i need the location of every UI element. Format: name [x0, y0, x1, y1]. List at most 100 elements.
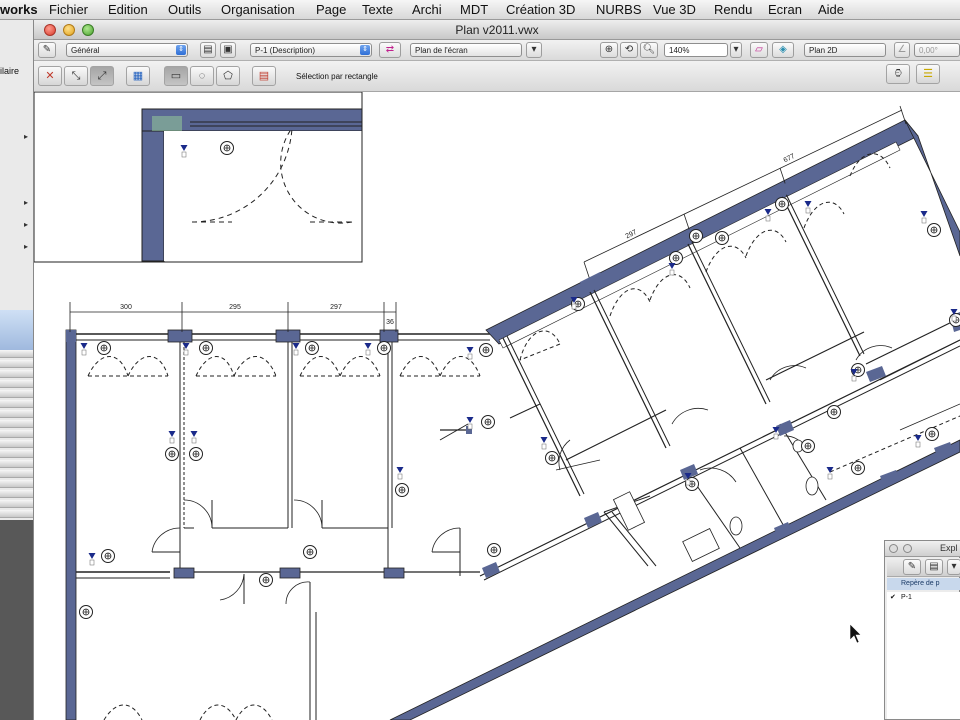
selection-icon[interactable]: ⤡ — [64, 66, 88, 86]
dimension-677: 677 — [783, 153, 797, 164]
background-row — [0, 400, 33, 408]
check-icon: ✔ — [890, 594, 896, 601]
detail-viewport — [34, 92, 363, 263]
more-icon[interactable]: ▾ — [947, 559, 960, 575]
menu-aide[interactable]: Aide — [818, 2, 844, 17]
polygon-icon[interactable]: ⬠ — [216, 66, 240, 86]
view-icon[interactable]: ⊕ — [600, 42, 618, 58]
layers-icon[interactable]: ▤ — [925, 559, 943, 575]
background-row — [0, 350, 33, 358]
dimension-300: 300 — [120, 304, 132, 311]
zoom-value: 140% — [669, 46, 690, 55]
rectangle-icon[interactable]: ▭ — [164, 66, 188, 86]
window-title-bar: Plan v2011.vwx — [34, 20, 960, 40]
layer-popup-value: P-1 (Description) — [255, 46, 316, 55]
wing-left — [65, 329, 490, 720]
window-title: Plan v2011.vwx — [455, 23, 539, 37]
arrow-icon[interactable]: ⤢ — [90, 66, 114, 86]
layer-options-icon[interactable]: ⇄ — [379, 42, 401, 58]
popup-arrows-icon: ⇕ — [176, 45, 186, 55]
background-row — [0, 470, 33, 478]
saved-view-icon[interactable]: ▾ — [526, 42, 542, 58]
angle-icon[interactable]: ∠ — [894, 42, 910, 58]
zoom-icon[interactable]: 🔍︎ — [640, 42, 658, 58]
background-row — [0, 500, 33, 508]
chevron-right-icon: ▸ — [24, 220, 29, 229]
options-icon[interactable]: ▦ — [126, 66, 150, 86]
menu-rendu[interactable]: Rendu — [714, 2, 752, 17]
alignment-icon[interactable]: ✕ — [38, 66, 62, 86]
background-row — [0, 380, 33, 388]
menu-texte[interactable]: Texte — [362, 2, 393, 17]
menu-archi[interactable]: Archi — [412, 2, 442, 17]
snapping-icon[interactable]: ⌚︎ — [886, 64, 910, 84]
background-row — [0, 370, 33, 378]
palette-list-area — [887, 603, 960, 719]
class-popup-value: Général — [71, 46, 100, 55]
menu-edition[interactable]: Edition — [108, 2, 148, 17]
background-label: ilaire — [0, 66, 20, 76]
menu-outils[interactable]: Outils — [168, 2, 201, 17]
zoom-field[interactable]: 140% — [664, 43, 728, 57]
background-row — [0, 480, 33, 488]
layer-icon[interactable]: ▤ — [200, 42, 216, 58]
background-row — [0, 460, 33, 468]
projection-icon[interactable]: ▱ — [750, 42, 768, 58]
preferences-icon[interactable]: ▤ — [252, 66, 276, 86]
rotate-icon[interactable]: ⟲ — [620, 42, 638, 58]
background-row — [0, 410, 33, 418]
drawing-canvas[interactable]: 300 295 297 36 297 677 — [34, 92, 960, 720]
background-row — [0, 430, 33, 438]
dimension-36: 36 — [386, 319, 394, 326]
palette-title: Expl — [940, 543, 958, 553]
chevron-right-icon: ▸ — [24, 198, 29, 207]
mode-bar: ✕ ⤡ ⤢ ▦ ▭ ◌ ⬠ ▤ Sélection par rectangle … — [34, 61, 960, 92]
dimension-297-angled: 297 — [625, 229, 639, 240]
wing-angled — [389, 105, 960, 720]
palette-toolbar: ✎ ▤ ▾ — [887, 558, 960, 577]
view-bar: ✎ Général ⇕ ▤ ▣ P-1 (Description) ⇕ ⇄ Plan… — [34, 40, 960, 61]
rotation-value: 0,00° — [919, 46, 938, 55]
menu-organisation[interactable]: Organisation — [221, 2, 295, 17]
render-icon[interactable]: ◈ — [772, 42, 794, 58]
menu-vue-3d[interactable]: Vue 3D — [653, 2, 696, 17]
popup-arrows-icon: ⇕ — [360, 45, 370, 55]
menu-fichier[interactable]: Fichier — [49, 2, 88, 17]
palette-title-bar: Expl — [885, 541, 960, 557]
zoom-menu-icon[interactable]: ▾ — [730, 42, 742, 58]
layer-popup[interactable]: P-1 (Description) ⇕ — [250, 43, 372, 57]
background-row — [0, 420, 33, 428]
palette-close-button[interactable] — [889, 544, 898, 553]
palette-collapse-button[interactable] — [903, 544, 912, 553]
menu-mdt[interactable]: MDT — [460, 2, 488, 17]
menu-page[interactable]: Page — [316, 2, 346, 17]
lens-icon[interactable]: ▣ — [220, 42, 236, 58]
menu-app-name[interactable]: works — [0, 2, 38, 17]
palette-row-p1[interactable]: ✔ P-1 — [887, 592, 960, 603]
view-popup[interactable]: Plan de l'écran — [410, 43, 522, 57]
lasso-icon[interactable]: ◌ — [190, 66, 214, 86]
palette-column-header[interactable]: Repère de p — [887, 578, 960, 590]
dimension-297: 297 — [330, 304, 342, 311]
background-window-strip: ilaire ▸ ▸ ▸ ▸ — [0, 20, 34, 720]
class-popup[interactable]: Général ⇕ — [66, 43, 188, 57]
background-selection — [0, 310, 33, 350]
floor-plan: 300 295 297 36 297 677 — [34, 92, 960, 720]
dimension-295: 295 — [229, 304, 241, 311]
projection-popup[interactable]: Plan 2D — [804, 43, 886, 57]
rotation-field[interactable]: 0,00° — [914, 43, 960, 57]
background-row — [0, 440, 33, 448]
projection-popup-value: Plan 2D — [809, 46, 838, 55]
menu-creation-3d[interactable]: Création 3D — [506, 2, 575, 17]
object-info-icon[interactable]: ☰ — [916, 64, 940, 84]
class-icon[interactable]: ✎ — [38, 42, 56, 58]
background-dark-area — [0, 520, 33, 720]
background-row — [0, 360, 33, 368]
background-row — [0, 490, 33, 498]
explorer-palette: Expl ✎ ▤ ▾ Repère de p ✔ P-1 — [884, 540, 960, 720]
edit-icon[interactable]: ✎ — [903, 559, 921, 575]
view-popup-value: Plan de l'écran — [415, 46, 468, 55]
menu-nurbs[interactable]: NURBS — [596, 2, 642, 17]
menu-ecran[interactable]: Ecran — [768, 2, 802, 17]
chevron-right-icon: ▸ — [24, 242, 29, 251]
